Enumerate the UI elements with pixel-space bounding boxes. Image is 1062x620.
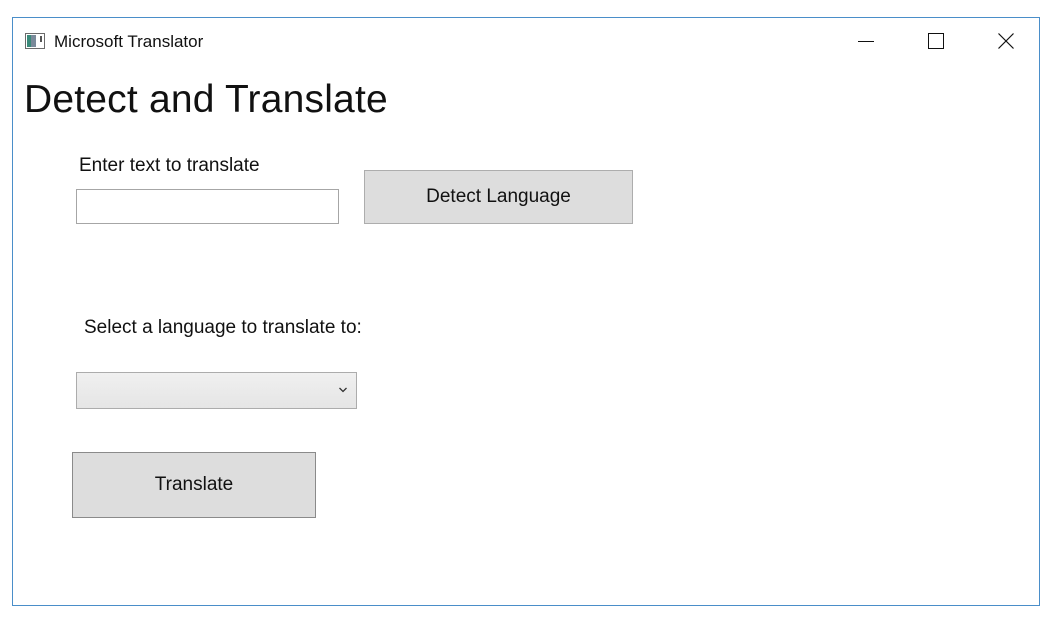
page-title: Detect and Translate xyxy=(24,78,388,121)
maximize-button[interactable] xyxy=(913,26,959,56)
input-label: Enter text to translate xyxy=(79,155,260,176)
chevron-down-icon xyxy=(339,387,347,393)
close-icon xyxy=(998,33,1014,49)
translate-button-label: Translate xyxy=(154,474,234,495)
close-button[interactable] xyxy=(983,26,1029,56)
language-select-label: Select a language to translate to: xyxy=(84,317,362,338)
translate-text-input[interactable] xyxy=(76,189,339,224)
maximize-icon xyxy=(928,33,944,49)
detect-language-button-label: Detect Language xyxy=(426,186,571,207)
title-bar[interactable]: Microsoft Translator xyxy=(13,18,1039,64)
app-window: Microsoft Translator Detect and Translat… xyxy=(12,17,1040,606)
detect-language-button[interactable]: Detect Language xyxy=(364,170,633,224)
window-title: Microsoft Translator xyxy=(54,32,204,51)
minimize-icon xyxy=(858,41,874,42)
minimize-button[interactable] xyxy=(843,26,889,56)
app-icon xyxy=(25,33,45,49)
translate-button[interactable]: Translate xyxy=(72,452,316,518)
language-dropdown[interactable] xyxy=(76,372,357,409)
